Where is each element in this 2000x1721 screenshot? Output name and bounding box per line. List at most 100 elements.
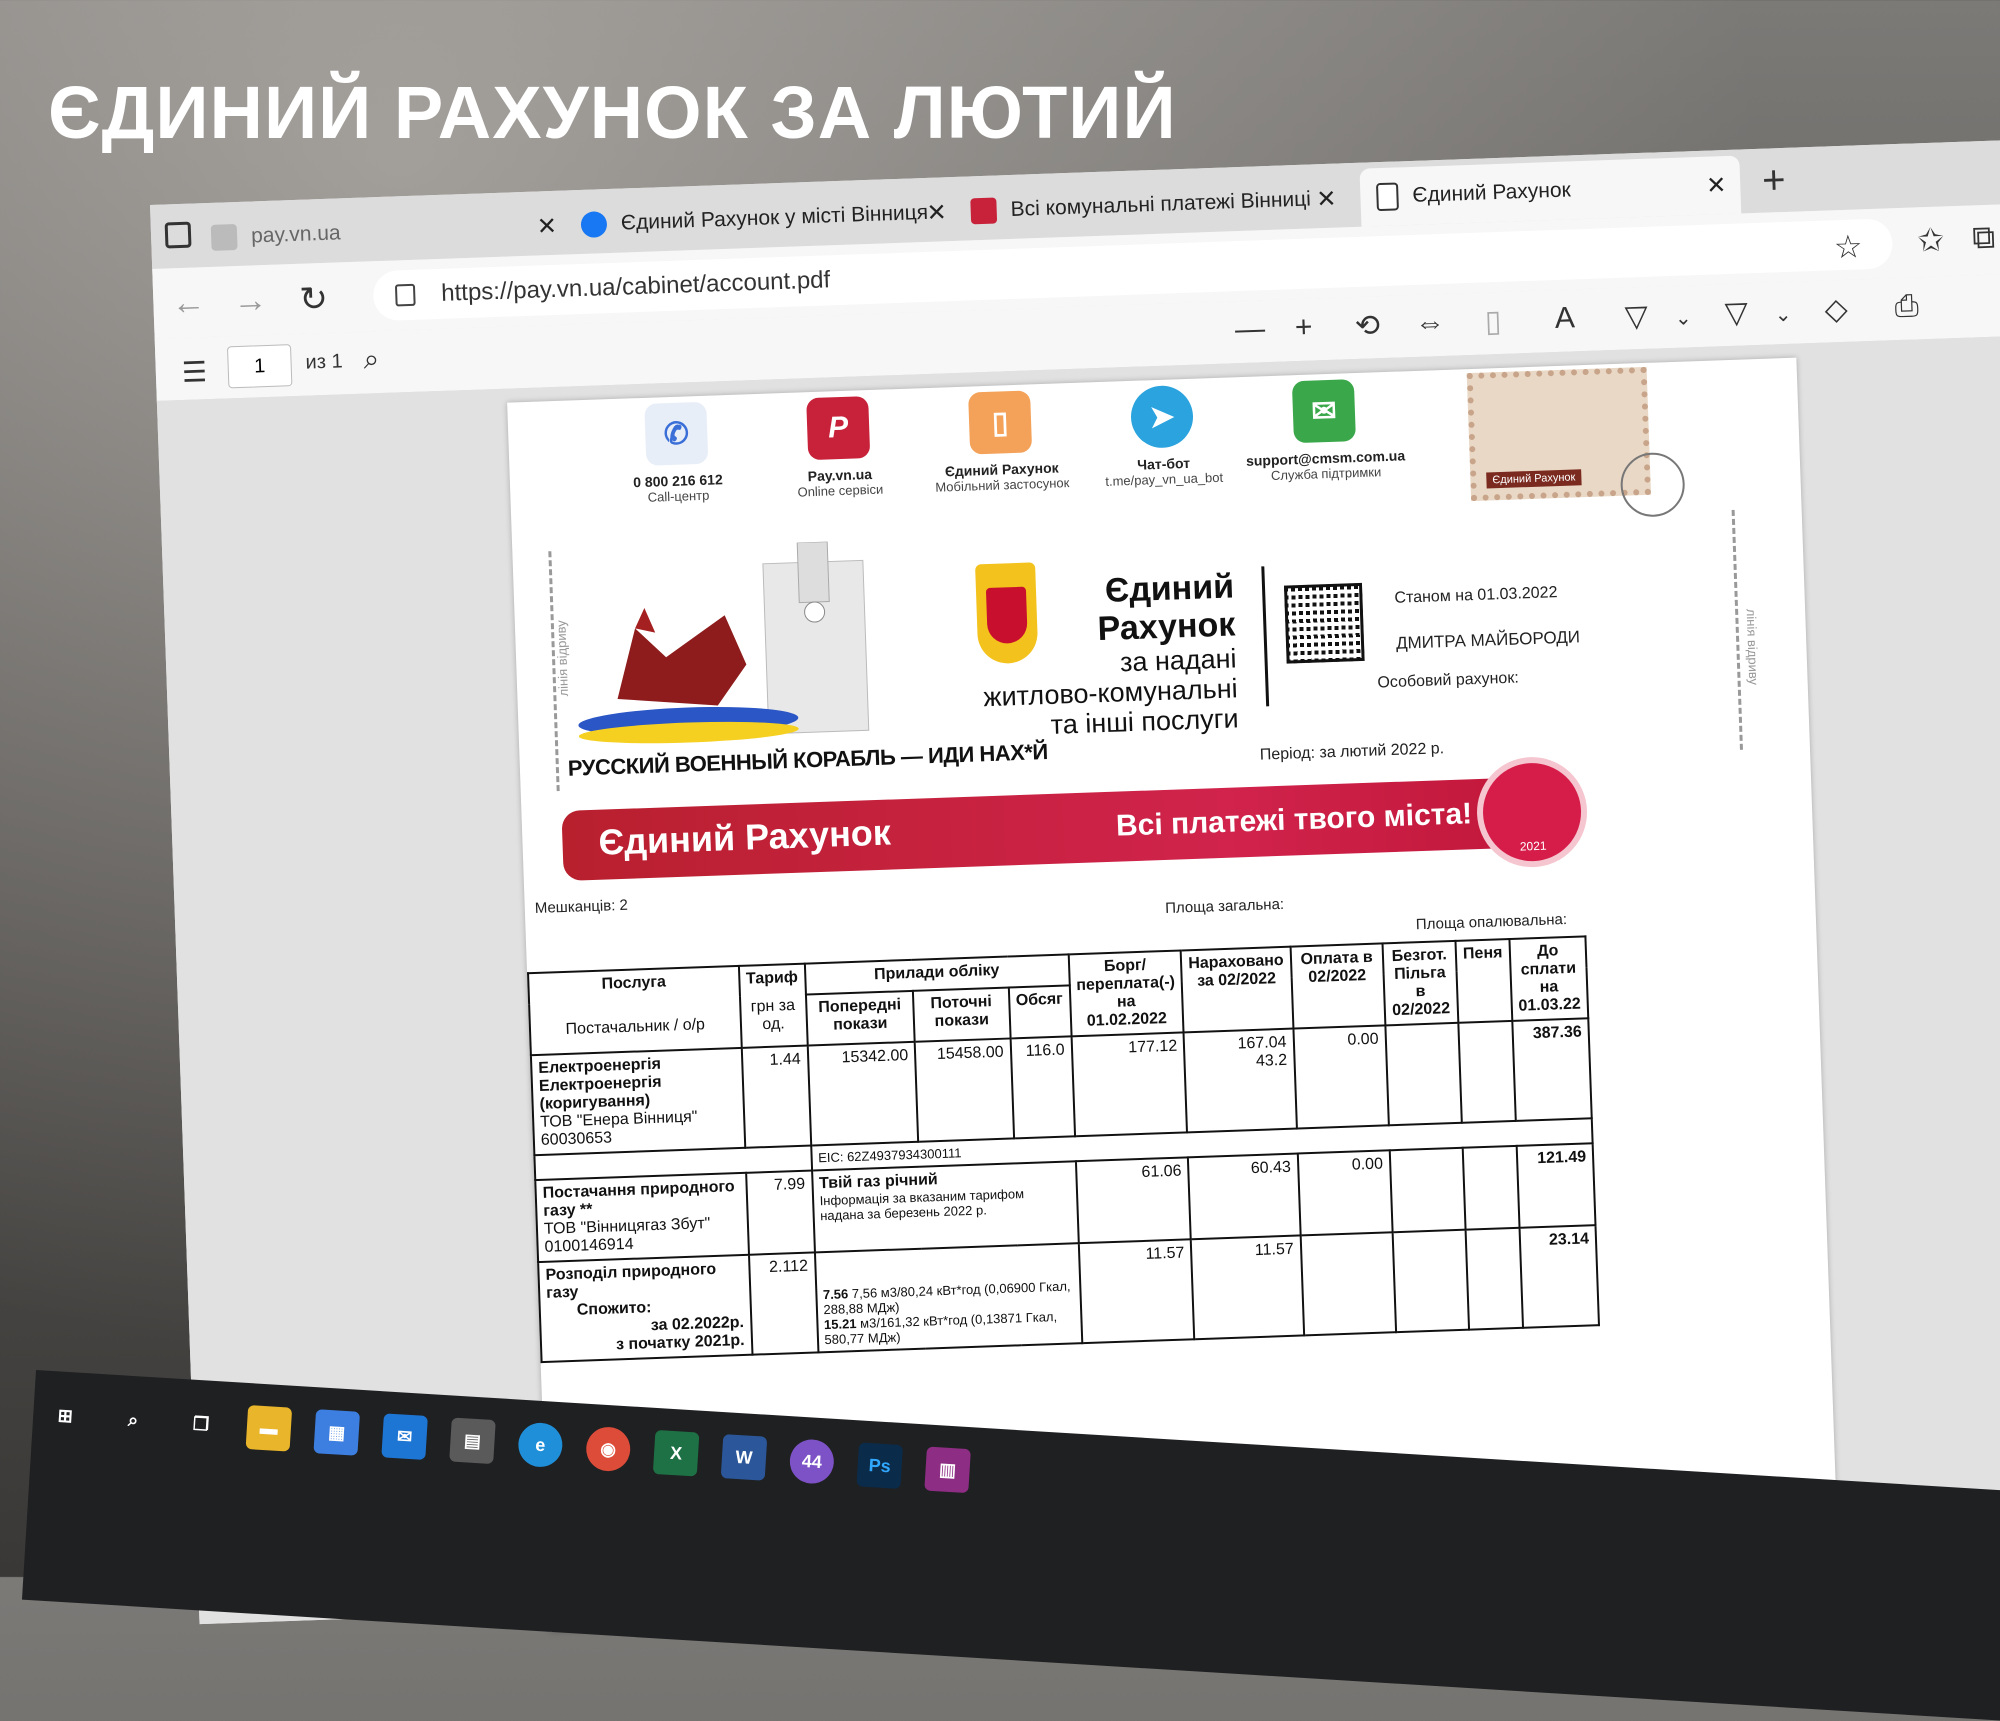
tab-label: Всі комунальні платежі Вінниці	[1010, 187, 1312, 221]
back-icon[interactable]: ←	[171, 283, 206, 323]
contact-call-center[interactable]: ✆ 0 800 216 612 Call-центр	[595, 400, 758, 507]
tab-label: Єдиний Рахунок	[1412, 178, 1572, 207]
header-benefit: Безгот. Пільга в 02/2022	[1382, 940, 1459, 1026]
header-prev: Попередні покази	[805, 990, 915, 1046]
mail-icon: ✉	[1291, 379, 1356, 444]
phone-icon: ✆	[644, 401, 709, 466]
word-icon[interactable]: W	[720, 1434, 768, 1481]
billing-period: Період: за лютий 2022 р.	[1259, 740, 1445, 764]
header-paid: Оплата в 02/2022	[1290, 943, 1386, 1029]
header-tariff-unit: грн за од.	[750, 996, 796, 1034]
new-tab-button[interactable]: +	[1761, 158, 1786, 204]
close-tab-icon[interactable]: ✕	[536, 211, 557, 241]
contact-chatbot[interactable]: ➤ Чат-бот t.me/pay_vn_ua_bot	[1081, 383, 1244, 490]
pay-logo-icon: P	[806, 396, 871, 461]
lock-icon	[394, 283, 416, 307]
cell-charged: 11.57	[1190, 1235, 1304, 1340]
account-label: Особовий рахунок:	[1377, 669, 1520, 692]
chevron-down-icon[interactable]: ⌄	[1674, 305, 1693, 331]
chevron-down-icon[interactable]: ⌄	[1774, 302, 1792, 328]
volume-value: 15.21	[823, 1316, 857, 1333]
seal-year: 2021	[1519, 838, 1547, 854]
fit-width-icon[interactable]: ⇔	[1414, 306, 1445, 341]
banner-title: Єдиний Рахунок	[597, 811, 892, 863]
store-icon[interactable]: ▦	[313, 1409, 361, 1456]
header-due: До сплати на 01.03.22	[1509, 936, 1589, 1021]
search-icon[interactable]: ⌕	[110, 1397, 157, 1444]
file-explorer-icon[interactable]: ▬	[245, 1405, 293, 1452]
header-charged: Нараховано за 02/2022	[1180, 946, 1294, 1033]
charged-value: 43.2	[1255, 1051, 1288, 1070]
contact-pay[interactable]: P Pay.vn.ua Online сервіси	[757, 394, 920, 501]
cell-benefit	[1385, 1022, 1462, 1126]
contact-mobile-app[interactable]: ▯ Єдиний Рахунок Мобільний застосунок	[919, 389, 1082, 496]
chrome-icon[interactable]: ◉	[584, 1425, 632, 1473]
heated-area-label: Площа опалювальна:	[1415, 910, 1568, 934]
cell-due: 387.36	[1511, 1018, 1592, 1121]
forward-icon[interactable]: →	[233, 281, 268, 321]
telegram-icon: ➤	[1129, 384, 1195, 449]
cell-penalty	[1458, 1020, 1516, 1123]
page-number-input[interactable]: 1	[226, 344, 293, 389]
cell-benefit	[1389, 1147, 1466, 1233]
page-view-icon[interactable]: ▯	[1484, 304, 1502, 340]
contact-support[interactable]: ✉ support@cmsm.com.ua Служба підтримки	[1243, 377, 1406, 484]
calculator-icon[interactable]: ▤	[449, 1417, 496, 1465]
search-icon[interactable]: ⌕	[363, 343, 380, 377]
cell-debt: 177.12	[1071, 1032, 1188, 1137]
mail-app-icon[interactable]: ✉	[381, 1413, 428, 1460]
cell-note: Твій газ річний Інформація за вказаним т…	[811, 1161, 1079, 1253]
blocked-site-icon	[210, 223, 238, 251]
zoom-out-icon[interactable]: —	[1234, 312, 1265, 347]
header-debt: Борг/ переплата(-) на 01.02.2022	[1068, 950, 1184, 1037]
task-view-icon[interactable]: ❐	[178, 1401, 225, 1448]
tab-actions-icon[interactable]	[164, 221, 192, 249]
cell-paid	[1300, 1232, 1396, 1336]
cut-line-label: лінія відриву	[1743, 608, 1762, 686]
total-area-label: Площа загальна:	[1164, 895, 1285, 917]
rotate-icon[interactable]: ⟲	[1354, 308, 1380, 344]
facebook-icon	[580, 211, 608, 238]
zoom-in-icon[interactable]: +	[1294, 311, 1313, 346]
close-tab-icon[interactable]: ✕	[1706, 170, 1727, 200]
read-aloud-icon[interactable]: A	[1554, 301, 1575, 336]
header-tariff: Тариф	[745, 968, 799, 988]
col-tariff: Тариф грн за од.	[738, 963, 808, 1048]
cell-service: Електроенергія Електроенергія (коригуван…	[530, 1047, 745, 1156]
pay-favicon-icon	[970, 197, 998, 225]
close-tab-icon[interactable]: ✕	[926, 198, 947, 228]
draw-icon[interactable]: ▽	[1624, 299, 1648, 335]
favorite-add-icon[interactable]: ☆	[1833, 227, 1863, 266]
as-of-date: Станом на 01.03.2022	[1394, 584, 1558, 607]
stamp-label: Єдиний Рахунок	[1486, 469, 1582, 489]
eraser-icon[interactable]: ◇	[1824, 292, 1848, 328]
cell-penalty	[1465, 1227, 1523, 1330]
header-service: Послуга	[601, 973, 667, 993]
cell-service: Розподіл природного газу Спожито: за 02.…	[538, 1254, 753, 1363]
page-count: из 1	[305, 350, 343, 374]
refresh-icon[interactable]: ↻	[299, 279, 329, 320]
excel-icon[interactable]: X	[652, 1429, 700, 1477]
collections-icon[interactable]: ⧉	[1972, 219, 1996, 258]
bill-table: Послуга Постачальник / о/р Тариф грн за …	[527, 935, 1600, 1363]
edge-icon[interactable]: e	[517, 1421, 564, 1469]
start-icon[interactable]: ⊞	[42, 1393, 89, 1440]
viber-icon[interactable]: 44	[788, 1438, 836, 1485]
print-icon[interactable]: ⎙	[1894, 289, 1919, 324]
cell-tariff: 7.99	[745, 1170, 815, 1255]
favorites-icon[interactable]: ✩	[1917, 220, 1945, 259]
contents-menu-icon[interactable]: ☰	[181, 355, 207, 389]
close-tab-icon[interactable]: ✕	[1316, 184, 1337, 214]
cell-benefit	[1392, 1229, 1469, 1333]
cell-debt: 61.06	[1075, 1157, 1191, 1244]
cell-prev: 15342.00	[807, 1041, 919, 1146]
sinking-ship-illustration	[578, 541, 870, 744]
tab-label: pay.vn.ua	[250, 221, 342, 248]
highlight-icon[interactable]: ▽	[1724, 295, 1748, 331]
divider	[1261, 566, 1270, 707]
cell-volume: 116.0	[1010, 1036, 1075, 1139]
photoshop-icon[interactable]: Ps	[856, 1442, 904, 1489]
postmark-icon	[1619, 451, 1686, 518]
supplier-name: ТОВ "Вінницягаз Збут" 0100146914	[543, 1215, 711, 1256]
winrar-icon[interactable]: ▥	[924, 1446, 971, 1494]
